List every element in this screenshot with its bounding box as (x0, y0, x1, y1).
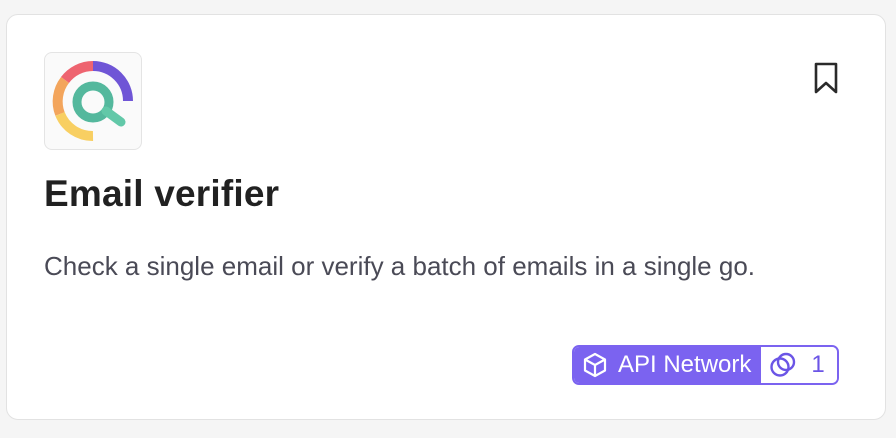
api-network-button[interactable]: API Network (574, 347, 762, 383)
api-network-label: API Network (618, 351, 752, 378)
fork-count: 1 (811, 351, 825, 378)
fork-count-button[interactable]: 1 (761, 347, 837, 383)
bookmark-button[interactable] (811, 61, 841, 95)
bookmark-icon (814, 62, 838, 94)
card-title: Email verifier (44, 173, 280, 214)
cube-icon (583, 352, 607, 378)
api-network-badge: API Network 1 (572, 345, 839, 385)
email-verifier-logo-icon (52, 61, 133, 142)
api-card[interactable]: Email verifier Check a single email or v… (6, 14, 886, 420)
app-logo (44, 52, 142, 150)
card-description: Check a single email or verify a batch o… (44, 251, 756, 281)
fork-circles-icon (770, 352, 796, 377)
